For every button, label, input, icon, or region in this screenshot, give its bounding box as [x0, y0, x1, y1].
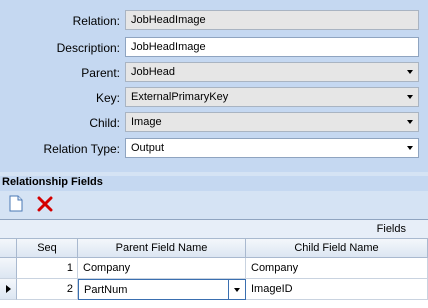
key-value: ExternalPrimaryKey	[131, 91, 229, 103]
relation-row: Relation: JobHeadImage	[0, 10, 428, 32]
chevron-down-icon	[407, 120, 413, 124]
row-selector-active[interactable]	[0, 279, 17, 300]
chevron-down-icon	[407, 95, 413, 99]
child-row: Child: Image	[0, 112, 428, 134]
child-label: Child:	[89, 116, 120, 130]
key-combo[interactable]: ExternalPrimaryKey	[125, 87, 419, 107]
table-cell-child-field[interactable]: ImageID	[246, 279, 428, 300]
relation-type-label: Relation Type:	[43, 142, 121, 156]
parent-value: JobHead	[131, 66, 176, 78]
relationship-fields-title: Relationship Fields	[0, 176, 428, 191]
key-dropdown-button[interactable]	[402, 88, 418, 106]
description-field[interactable]: JobHeadImage	[125, 37, 419, 57]
child-dropdown-button[interactable]	[402, 113, 418, 131]
table-cell-child-field[interactable]: Company	[246, 258, 428, 279]
grid-banner-label: Fields	[376, 223, 406, 235]
relationship-fields-grid: Fields Seq Parent Field Name Child Field…	[0, 219, 428, 308]
relation-type-combo[interactable]: Output	[125, 138, 419, 158]
child-combo[interactable]: Image	[125, 112, 419, 132]
column-header-child-field[interactable]: Child Field Name	[246, 239, 428, 258]
relation-label: Relation:	[72, 14, 120, 28]
current-row-arrow-icon	[6, 285, 11, 293]
delete-button[interactable]	[34, 193, 55, 214]
parent-row: Parent: JobHead	[0, 62, 428, 84]
row-selector[interactable]	[0, 258, 17, 279]
parent-field-editor[interactable]: PartNum	[78, 279, 246, 300]
parent-field-dropdown-button[interactable]	[228, 280, 245, 299]
grid-banner: Fields	[0, 220, 428, 239]
parent-field-editor-value: PartNum	[84, 284, 128, 296]
new-button[interactable]	[5, 193, 26, 214]
key-row: Key: ExternalPrimaryKey	[0, 87, 428, 109]
chevron-down-icon	[234, 287, 240, 292]
parent-dropdown-button[interactable]	[402, 63, 418, 81]
relation-type-value: Output	[131, 142, 165, 154]
new-document-icon	[9, 195, 22, 212]
relation-field: JobHeadImage	[125, 10, 419, 30]
row-selector-header	[0, 239, 17, 258]
chevron-down-icon	[407, 146, 413, 150]
column-header-parent-field[interactable]: Parent Field Name	[78, 239, 246, 258]
delete-x-icon	[37, 196, 52, 211]
chevron-down-icon	[407, 70, 413, 74]
description-row: Description: JobHeadImage	[0, 37, 428, 59]
table-cell-parent-field[interactable]: Company	[78, 258, 246, 279]
parent-label: Parent:	[81, 66, 120, 80]
key-label: Key:	[95, 91, 120, 105]
column-header-seq[interactable]: Seq	[17, 239, 78, 258]
parent-combo[interactable]: JobHead	[125, 62, 419, 82]
table-cell-seq[interactable]: 2	[17, 279, 78, 300]
description-label: Description:	[56, 41, 120, 55]
relation-type-row: Relation Type: Output	[0, 138, 428, 160]
table-cell-seq[interactable]: 1	[17, 258, 78, 279]
child-value: Image	[131, 116, 162, 128]
relation-type-dropdown-button[interactable]	[402, 139, 418, 157]
